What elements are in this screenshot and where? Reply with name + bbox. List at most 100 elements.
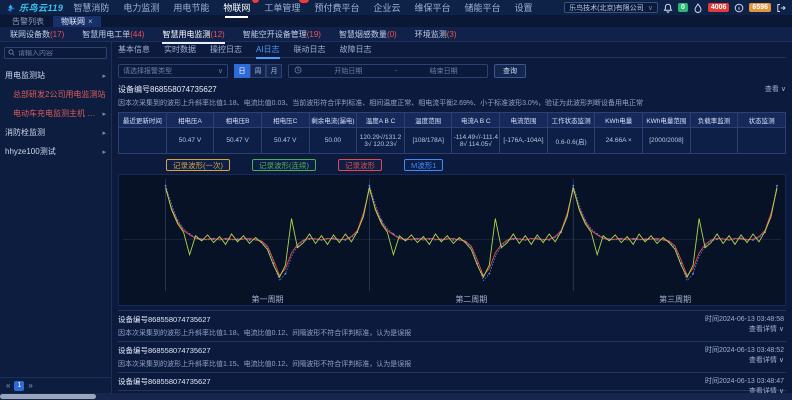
log-device-number: 设备编号868558074735627	[118, 314, 786, 325]
chevron-right-icon: ▸	[102, 148, 106, 156]
segment-2[interactable]: 月	[266, 64, 282, 78]
tree-item-0[interactable]: 用电监测站▸	[0, 66, 111, 85]
log-detail-link[interactable]: 查看详情 ∨	[749, 355, 784, 365]
sidebar-pager: « 1 »	[0, 377, 111, 393]
company-select[interactable]: 乐鸟技术(北京)有限公司 ∨	[564, 2, 658, 13]
tree-item-1[interactable]: 总部研发2公司用电监测站	[0, 85, 111, 104]
tree-item-label: 消防栓监测	[5, 127, 45, 138]
chevron-down-icon: ∨	[648, 4, 653, 12]
subtab-count: (17)	[50, 30, 64, 39]
subtab-1[interactable]: 智慧用电工单(44)	[82, 29, 144, 40]
table-cell: 0.6-0.6(启)	[547, 128, 595, 154]
notify-count-badge[interactable]: 0	[678, 3, 688, 12]
window-tab-label: 物联网	[61, 16, 85, 27]
log-item-0: 设备编号868558074735627时间2024-06-13 03:48:58…	[118, 310, 786, 341]
sidebar-search[interactable]	[4, 47, 107, 59]
info-circle-icon[interactable]	[734, 3, 744, 13]
subtab-3[interactable]: 智能空开设备管理(19)	[243, 29, 321, 40]
subtab-4[interactable]: 智慧烟感数量(0)	[339, 29, 397, 40]
table-cell: [108/178A]	[404, 128, 452, 154]
main-tab-1[interactable]: 实时数据	[164, 44, 196, 58]
log-device-number: 设备编号868558074735627	[118, 345, 786, 356]
subtab-2[interactable]: 智慧用电监测(12)	[162, 29, 224, 40]
top-navbar: 乐鸟云119 智慧消防电力监测 用电节能 物联网3 工单管理15 预付费平台企业云维保平…	[0, 0, 792, 16]
nav-item-4[interactable]: 工单管理15	[264, 0, 300, 16]
table-header-cell: 相电压A	[166, 113, 214, 128]
tree-item-label: 电动车充电监测主机 G南	[13, 108, 100, 119]
log-timestamp: 时间2024-06-13 03:48:47	[705, 376, 784, 386]
chevron-right-icon: ▸	[102, 72, 106, 80]
main-tab-4[interactable]: 联动日志	[294, 44, 326, 58]
main-panel: 基本信息实时数据操控日志 AI日志联动日志故障日志 请选择报警类型 ∨ 日周月 开…	[112, 42, 792, 393]
record-waveform-button-1[interactable]: 记录波形(连续)	[252, 159, 316, 171]
subtab-label: 智能空开设备管理	[243, 30, 307, 39]
date-start[interactable]: 开始日期	[310, 66, 387, 76]
query-button[interactable]: 查询	[494, 64, 526, 78]
logo-icon	[6, 3, 16, 13]
nav-item-label: 工单管理	[264, 3, 300, 13]
sidebar-pager-page[interactable]: 1	[14, 381, 24, 391]
sidebar-pager-prev[interactable]: «	[6, 381, 10, 390]
date-range-picker[interactable]: 开始日期 - 结束日期	[288, 64, 488, 78]
alarm-count-badge[interactable]: 4006	[708, 3, 730, 12]
table-row: 50.47 V50.47 V50.47 V50.00120.29√/131.23…	[119, 128, 786, 154]
nav-item-8[interactable]: 储能平台	[464, 0, 500, 16]
water-drop-icon[interactable]	[693, 3, 703, 13]
nav-item-9[interactable]: 设置	[515, 0, 533, 16]
table-header-cell: 温度范围	[404, 113, 452, 128]
table-header-cell: 剩余电流(漏电)	[309, 113, 357, 128]
window-tab-0[interactable]: 告警列表	[4, 16, 52, 27]
table-header-cell: 温度A B C	[357, 113, 405, 128]
main-tab-3[interactable]: AI日志	[256, 44, 280, 58]
record-waveform-button-3[interactable]: M波形1	[404, 159, 443, 171]
horizontal-scrollbar[interactable]	[0, 394, 96, 399]
clock-icon	[294, 66, 302, 76]
record-waveform-button-0[interactable]: 记录波形(一次)	[166, 159, 230, 171]
logo: 乐鸟云119	[6, 1, 63, 14]
tree-item-2[interactable]: 电动车充电监测主机 G南▸	[0, 104, 111, 123]
nav-item-0[interactable]: 智慧消防	[73, 0, 109, 16]
subtab-0[interactable]: 联网设备数(17)	[10, 29, 64, 40]
main-tab-2[interactable]: 操控日志	[210, 44, 242, 58]
record-waveform-button-2[interactable]: 记录波形	[338, 159, 382, 171]
table-cell: 24.66A ×	[595, 128, 643, 154]
subtab-label: 智慧用电工单	[82, 30, 130, 39]
summary-more-link[interactable]: 查看 ∨	[765, 84, 786, 94]
bell-icon[interactable]	[663, 3, 673, 13]
segment-0[interactable]: 日	[234, 64, 250, 78]
ai-log-list: 设备编号868558074735627时间2024-06-13 03:48:58…	[118, 310, 786, 390]
nav-item-7[interactable]: 维保平台	[414, 0, 450, 16]
alarm-type-select[interactable]: 请选择报警类型 ∨	[118, 64, 228, 78]
log-detail-link[interactable]: 查看详情 ∨	[749, 324, 784, 334]
log-device-number: 设备编号868558074735627	[118, 376, 786, 387]
segment-1[interactable]: 周	[250, 64, 266, 78]
nav-item-2[interactable]: 用电节能	[173, 0, 209, 16]
search-input[interactable]	[18, 50, 103, 57]
nav-item-3[interactable]: 物联网3	[223, 0, 250, 16]
table-header-cell: 最近更新时间	[119, 113, 167, 128]
table-header-cell: 工作状态监测	[547, 113, 595, 128]
table-header-cell: 状态监测	[738, 113, 786, 128]
table-cell	[119, 128, 167, 154]
table-header-cell: 负载率监测	[690, 113, 738, 128]
table-cell: 50.47 V	[261, 128, 309, 154]
main-tab-0[interactable]: 基本信息	[118, 44, 150, 58]
fault-count-badge[interactable]: 6596	[749, 3, 771, 12]
nav-item-label: 用电节能	[173, 3, 209, 13]
nav-item-1[interactable]: 电力监测	[123, 0, 159, 16]
nav-item-label: 物联网	[223, 3, 250, 13]
company-name: 乐鸟技术(北京)有限公司	[569, 3, 644, 13]
date-end[interactable]: 结束日期	[405, 66, 482, 76]
subtab-5[interactable]: 环境监测(3)	[415, 29, 457, 40]
nav-item-6[interactable]: 企业云	[373, 0, 400, 16]
logout-icon[interactable]	[776, 3, 786, 13]
window-tab-1[interactable]: 物联网×	[53, 16, 101, 27]
nav-item-5[interactable]: 预付费平台	[314, 0, 359, 16]
table-cell: 50.00	[309, 128, 357, 154]
sidebar-pager-next[interactable]: »	[28, 381, 32, 390]
tree-item-4[interactable]: hhyze100测试▸	[0, 142, 111, 161]
window-tab-label: 告警列表	[12, 16, 44, 27]
close-icon[interactable]: ×	[88, 17, 93, 26]
main-tab-5[interactable]: 故障日志	[340, 44, 372, 58]
tree-item-3[interactable]: 消防栓监测▸	[0, 123, 111, 142]
